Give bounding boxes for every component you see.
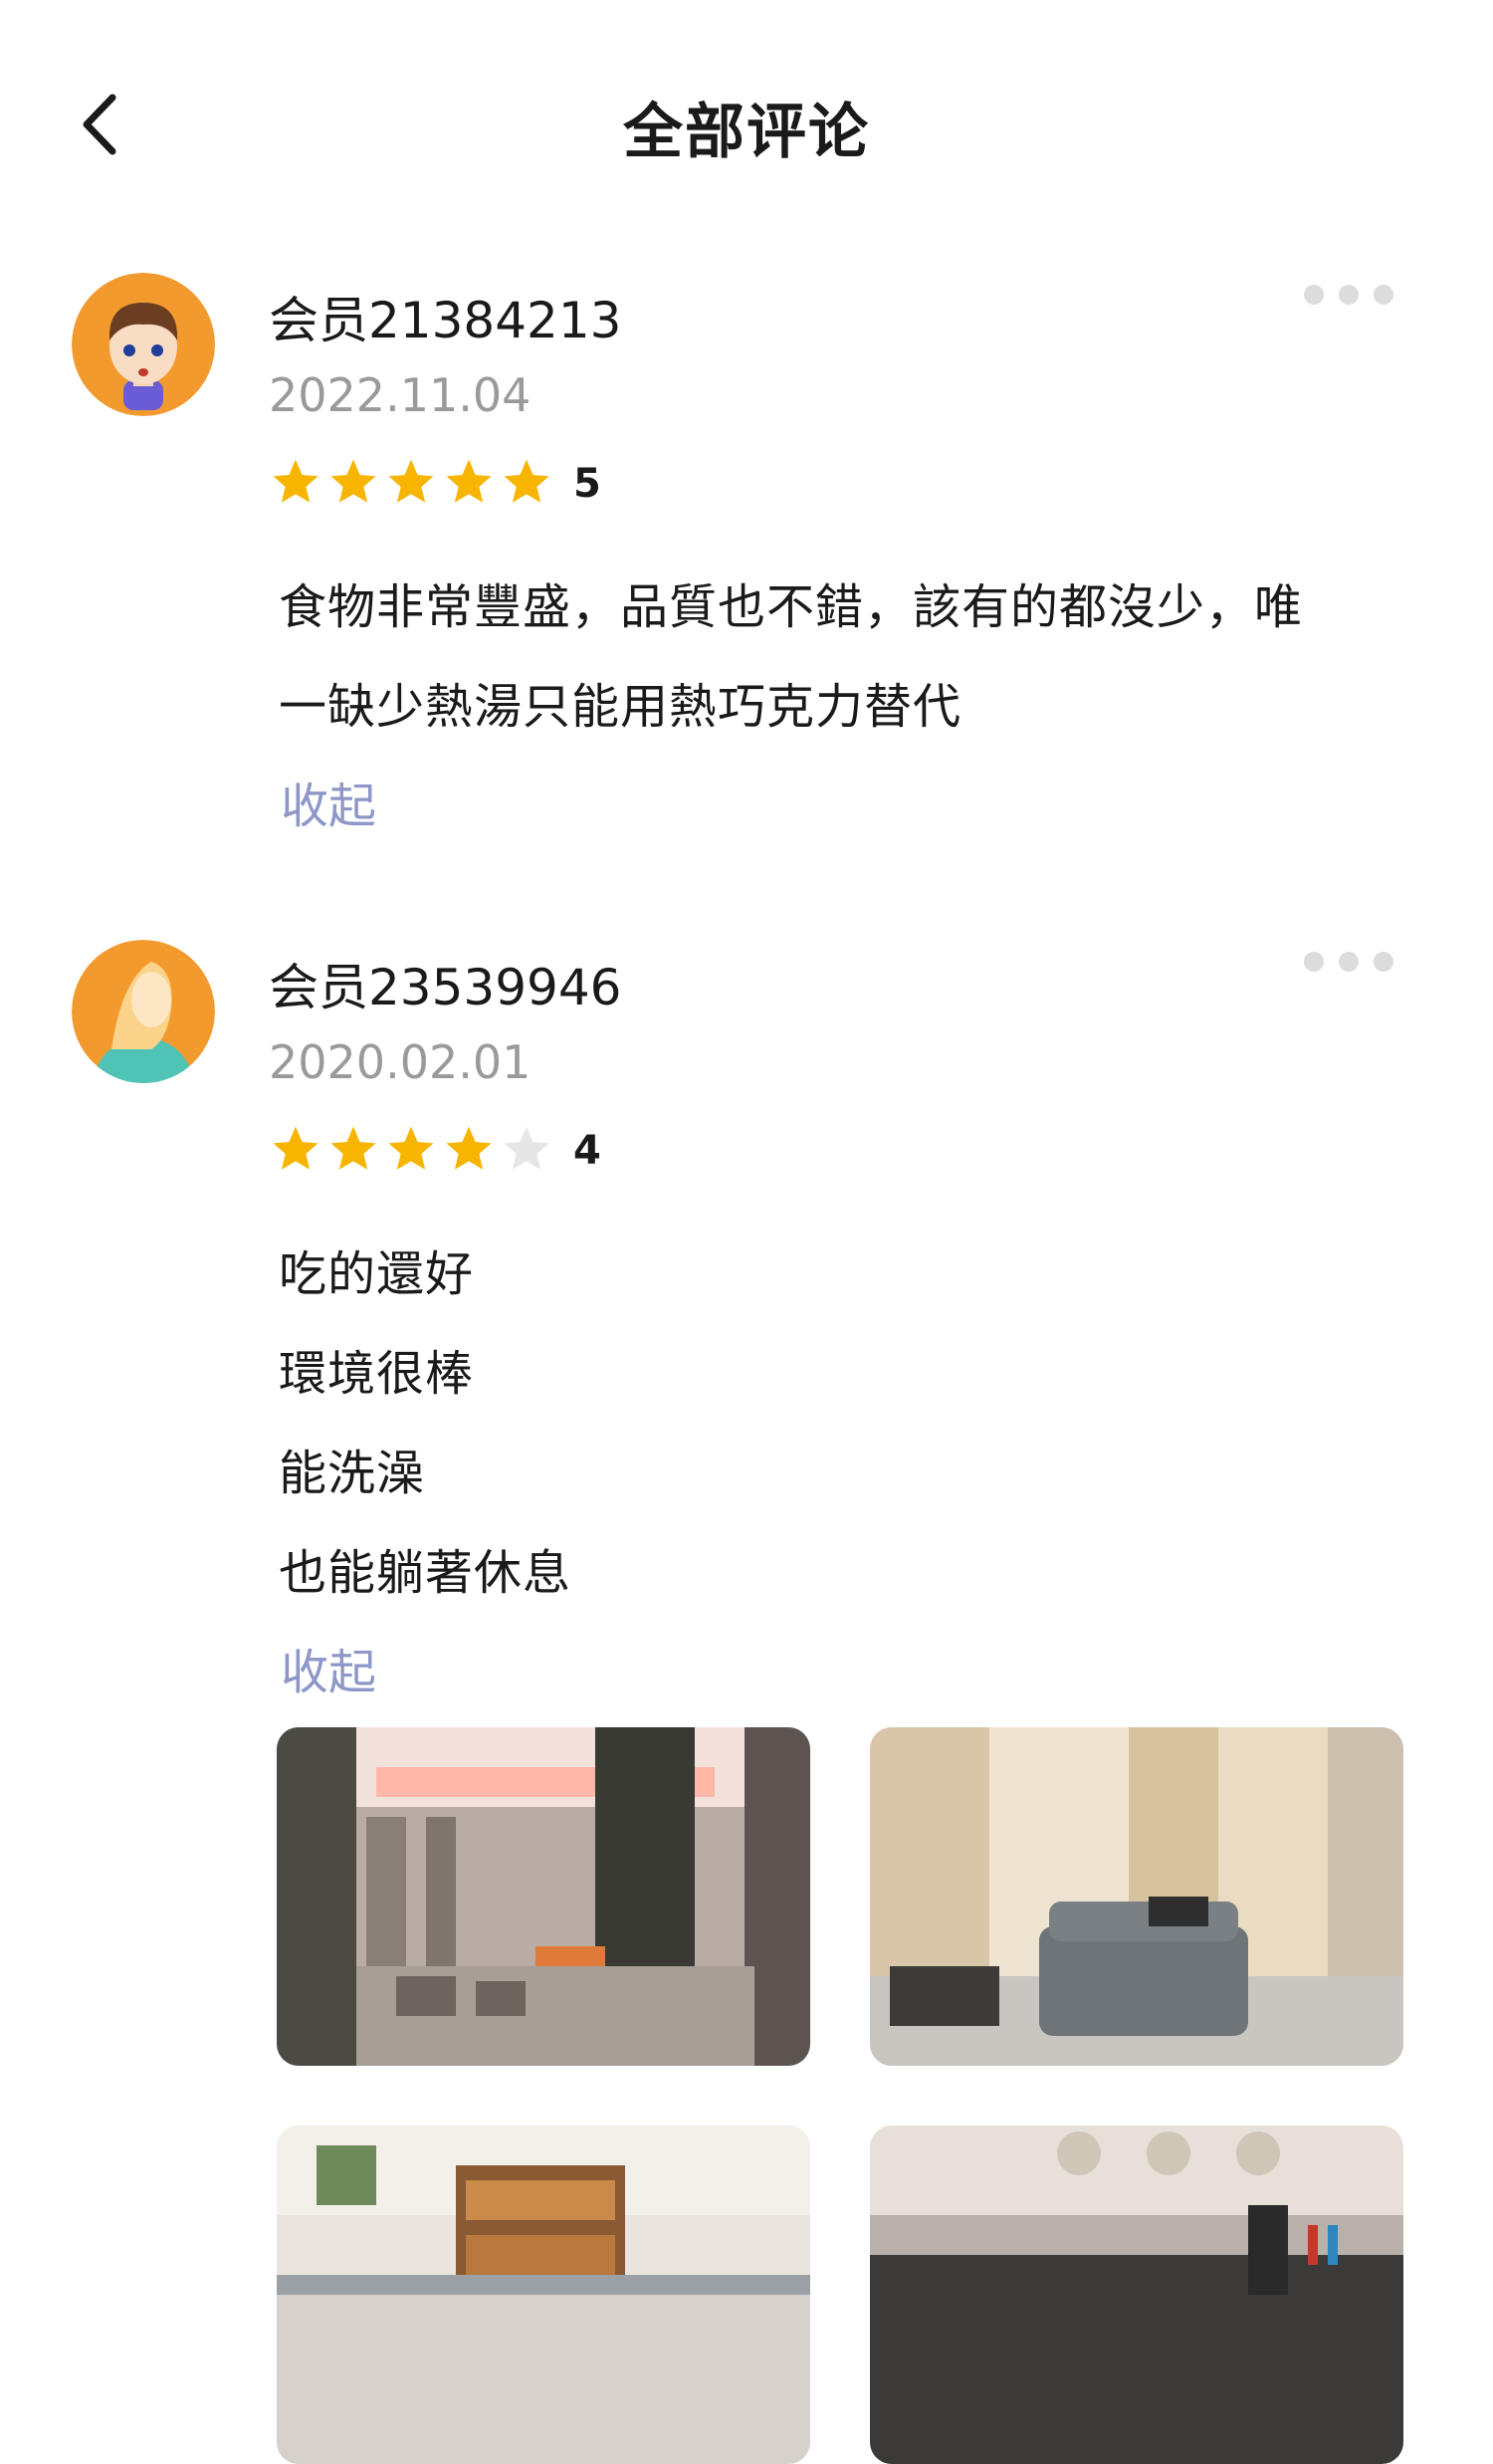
bar-counter-photo (870, 2126, 1403, 2464)
star-rating: 4 (269, 1123, 601, 1179)
review-text-line: 也能躺著休息 (279, 1545, 572, 1601)
star-filled-icon (388, 459, 434, 503)
star-rating: 5 (269, 456, 601, 512)
more-dot-icon (1304, 952, 1324, 972)
review-photo[interactable] (277, 2126, 810, 2464)
rating-value: 4 (573, 1128, 601, 1174)
review-text-line: 食物非常豐盛，品質也不錯，該有的都沒少，唯 (279, 579, 1304, 635)
collapse-link[interactable]: 收起 (281, 1633, 376, 1702)
review-text-line: 能洗澡 (279, 1446, 426, 1501)
avatar[interactable] (72, 940, 215, 1083)
header-bar: 全部评论 (0, 0, 1493, 229)
review-text-line: 吃的還好 (279, 1246, 475, 1302)
page-title: 全部评论 (623, 98, 870, 167)
collapse-link[interactable]: 收起 (281, 767, 376, 836)
review-photo[interactable] (870, 2126, 1403, 2464)
more-dot-icon (1339, 285, 1359, 305)
review-date: 2022.11.04 (269, 368, 532, 422)
stars-group (269, 1122, 557, 1180)
star-filled-icon (388, 1126, 434, 1170)
review-text-line: 一缺少熱湯只能用熱巧克力替代 (279, 679, 962, 735)
star-filled-icon (504, 459, 549, 503)
recliner-pods-photo (870, 1727, 1403, 2066)
star-filled-icon (446, 1126, 492, 1170)
more-dot-icon (1304, 285, 1324, 305)
username: 会员21384213 (269, 292, 622, 349)
more-options-button[interactable] (1304, 275, 1393, 315)
stars-group (269, 455, 557, 513)
more-dot-icon (1339, 952, 1359, 972)
review-text-line: 環境很棒 (279, 1346, 475, 1402)
username: 会员23539946 (269, 959, 622, 1016)
more-dot-icon (1374, 952, 1393, 972)
rating-value: 5 (573, 461, 601, 507)
review-date: 2020.02.01 (269, 1035, 532, 1089)
star-filled-icon (446, 459, 492, 503)
review-photo[interactable] (870, 1727, 1403, 2066)
star-filled-icon (330, 459, 376, 503)
star-filled-icon (273, 1126, 319, 1170)
star-filled-icon (273, 459, 319, 503)
star-empty-icon (504, 1126, 549, 1170)
more-dot-icon (1374, 285, 1393, 305)
more-options-button[interactable] (1304, 942, 1393, 982)
review-photo[interactable] (277, 1727, 810, 2066)
star-filled-icon (330, 1126, 376, 1170)
avatar[interactable] (72, 273, 215, 416)
lounge-seating-photo (277, 1727, 810, 2066)
bakery-buffet-photo (277, 2126, 810, 2464)
